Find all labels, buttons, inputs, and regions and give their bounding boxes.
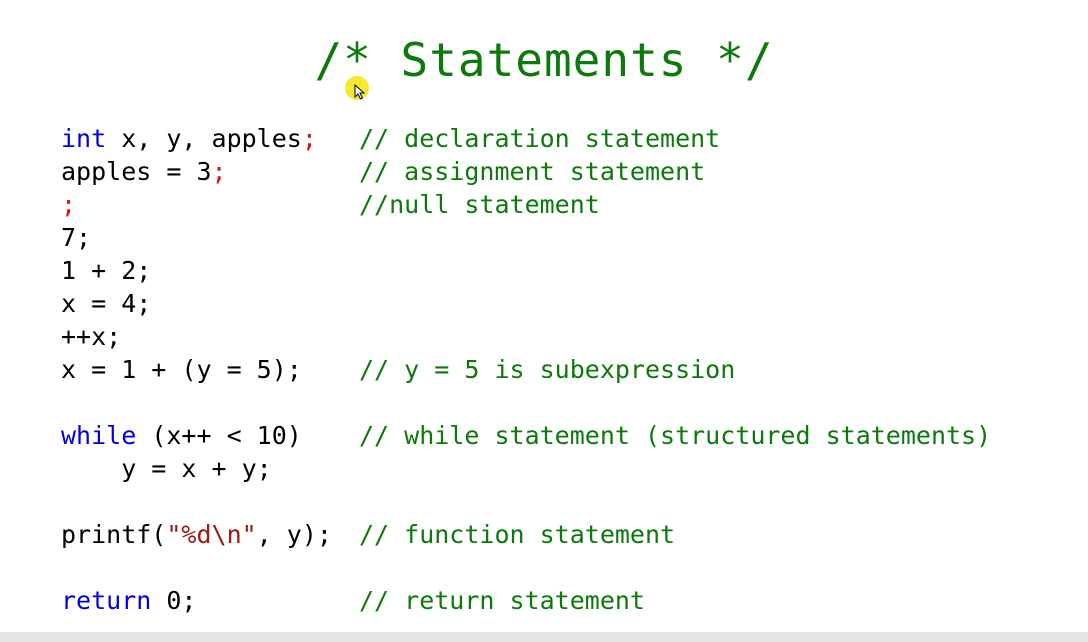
code-comment: // while statement (structured statement… [359,421,992,450]
code-line: ++x; [61,320,332,353]
code-line: x = 4; [61,287,332,320]
bottom-bar [0,632,1088,642]
code-token: x = 4; [61,289,152,318]
mouse-pointer-icon [354,84,366,100]
slide-title: /* Statements */ [314,33,774,87]
code-line: x = 1 + (y = 5); // y = 5 is subexpressio… [61,353,735,386]
code-text: int x, y, apples; [61,124,317,153]
code-text: x = 4; [61,289,151,318]
code-block: int x, y, apples; // declaration statemen… [61,122,991,617]
code-token: x = 1 + (y = 5); [61,355,302,384]
code-text: ++x; [61,322,121,351]
keyword-token: int [61,124,107,153]
code-text: x = 1 + (y = 5); [61,355,302,384]
code-token: ++x; [61,322,122,351]
semicolon-token: ; [61,190,77,219]
keyword-token: return [61,586,152,615]
code-token: apples = 3 [61,157,212,186]
keyword-token: while [61,421,137,450]
code-comment: // declaration statement [359,124,721,153]
code-token: printf( [61,520,167,549]
code-text: printf("%d\n", y); [61,520,332,549]
code-token: x, y, apples [106,124,302,153]
code-comment: // assignment statement [359,157,706,186]
code-line: apples = 3; // assignment statement [61,155,705,188]
code-text: 1 + 2; [61,256,151,285]
code-line: y = x + y; [61,452,332,485]
code-line: return 0; // return statement [61,584,645,617]
code-line: ; //null statement [61,188,600,221]
code-token: 7; [61,223,92,252]
code-comment: //null statement [359,190,600,219]
code-text: apples = 3; [61,157,227,186]
string-token: "%d\n" [166,520,257,549]
code-comment: // function statement [359,520,676,549]
code-token: 0; [151,586,197,615]
code-token: y = x + y; [61,454,272,483]
semicolon-token: ; [301,124,317,153]
code-line: 1 + 2; [61,254,332,287]
code-comment: // y = 5 is subexpression [359,355,736,384]
code-line: int x, y, apples; // declaration statemen… [61,122,720,155]
code-text: while (x++ < 10) [61,421,302,450]
code-line: printf("%d\n", y); // function statement [61,518,675,551]
code-line: 7; [61,221,332,254]
code-token: , y); [256,520,332,549]
code-text: 7; [61,223,91,252]
semicolon-token: ; [211,157,227,186]
code-text: y = x + y; [61,454,272,483]
code-text: ; [61,190,76,219]
code-line: while (x++ < 10) // while statement (stru… [61,419,991,452]
code-comment: // return statement [359,586,645,615]
code-token: (x++ < 10) [136,421,302,450]
code-token: 1 + 2; [61,256,152,285]
code-text: return 0; [61,586,196,615]
